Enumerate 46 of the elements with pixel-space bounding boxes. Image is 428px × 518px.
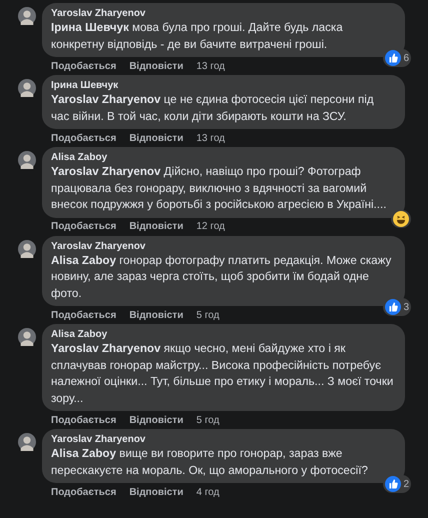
comment-time[interactable]: 13 год: [196, 60, 225, 72]
avatar-icon[interactable]: [18, 151, 36, 169]
comment-time[interactable]: 13 год: [196, 132, 225, 144]
thumbs-up-icon: [385, 476, 402, 492]
author-name[interactable]: Yaroslav Zharyenov: [51, 433, 395, 446]
comment-time[interactable]: 12 год: [196, 221, 225, 232]
author-name[interactable]: Alisa Zaboy: [51, 328, 395, 341]
avatar-icon[interactable]: [18, 7, 36, 25]
author-name[interactable]: Alisa Zaboy: [51, 151, 395, 164]
reply-link[interactable]: Відповісти: [129, 221, 184, 232]
comment-time[interactable]: 5 год: [196, 310, 220, 320]
avatar-icon[interactable]: [18, 433, 36, 451]
laughing-face-icon: [393, 210, 409, 226]
reaction-badge[interactable]: 6: [383, 49, 411, 67]
reply-link[interactable]: Відповісти: [129, 486, 184, 498]
reaction-count: 6: [403, 52, 409, 64]
author-name[interactable]: Yaroslav Zharyenov: [51, 7, 395, 20]
reply-link[interactable]: Відповісти: [129, 132, 184, 144]
reaction-count: 3: [403, 302, 409, 312]
reply-link[interactable]: Відповісти: [129, 310, 184, 320]
comment-text: Yaroslav Zharyenov це не єдина фотосесія цієї персони під час війни. В той час, коли діти збирають кошти на ЗСУ.: [51, 92, 375, 124]
avatar-icon[interactable]: [18, 79, 36, 97]
thumbs-up-icon: [385, 299, 402, 315]
like-link[interactable]: Подобається: [51, 60, 116, 72]
avatar-icon[interactable]: [18, 328, 36, 346]
comment-time[interactable]: 5 год: [196, 414, 220, 426]
reaction-badge[interactable]: [391, 210, 411, 228]
like-link[interactable]: Подобається: [51, 310, 116, 320]
comment-text: Alisa Zaboy вище ви говорите про гонорар, зараз вже перескакуєте на мораль. Ок, що аморального у фотосесії?: [51, 446, 369, 478]
comment-time[interactable]: 4 год: [196, 486, 220, 498]
reaction-badge[interactable]: 2: [383, 475, 411, 493]
comment-text: Yaroslav Zharyenov якщо чесно, мені байдуже хто і як сплачував гонорар майстру... Висока професійність потребує належної оцінки... Тут, більше про етику і мораль... З моєї точки зору...: [51, 341, 394, 406]
like-link[interactable]: Подобається: [51, 132, 116, 144]
reaction-badge[interactable]: 3: [383, 298, 411, 316]
reaction-count: 2: [403, 478, 409, 490]
author-name[interactable]: Yaroslav Zharyenov: [51, 240, 395, 252]
comment-text: Ірина Шевчук мова була про гроші. Дайте будь ласка конкретну відповідь - де ви бачите витрачені гроші.: [51, 20, 344, 52]
like-link[interactable]: Подобається: [51, 486, 116, 498]
thumbs-up-icon: [385, 50, 402, 66]
like-link[interactable]: Подобається: [51, 414, 116, 426]
author-name[interactable]: Ірина Шевчук: [51, 79, 395, 92]
like-link[interactable]: Подобається: [51, 221, 116, 232]
avatar-icon[interactable]: [18, 240, 36, 258]
comment-text: Yaroslav Zharyenov Дійсно, навіщо про гроші? Фотограф працювала без гонорару, виключно з вдячності за вагомий внесок подружжя у боротьбі з російською агресією в Україні....: [51, 164, 388, 213]
reply-link[interactable]: Відповісти: [129, 414, 184, 426]
reply-link[interactable]: Відповісти: [129, 60, 184, 72]
